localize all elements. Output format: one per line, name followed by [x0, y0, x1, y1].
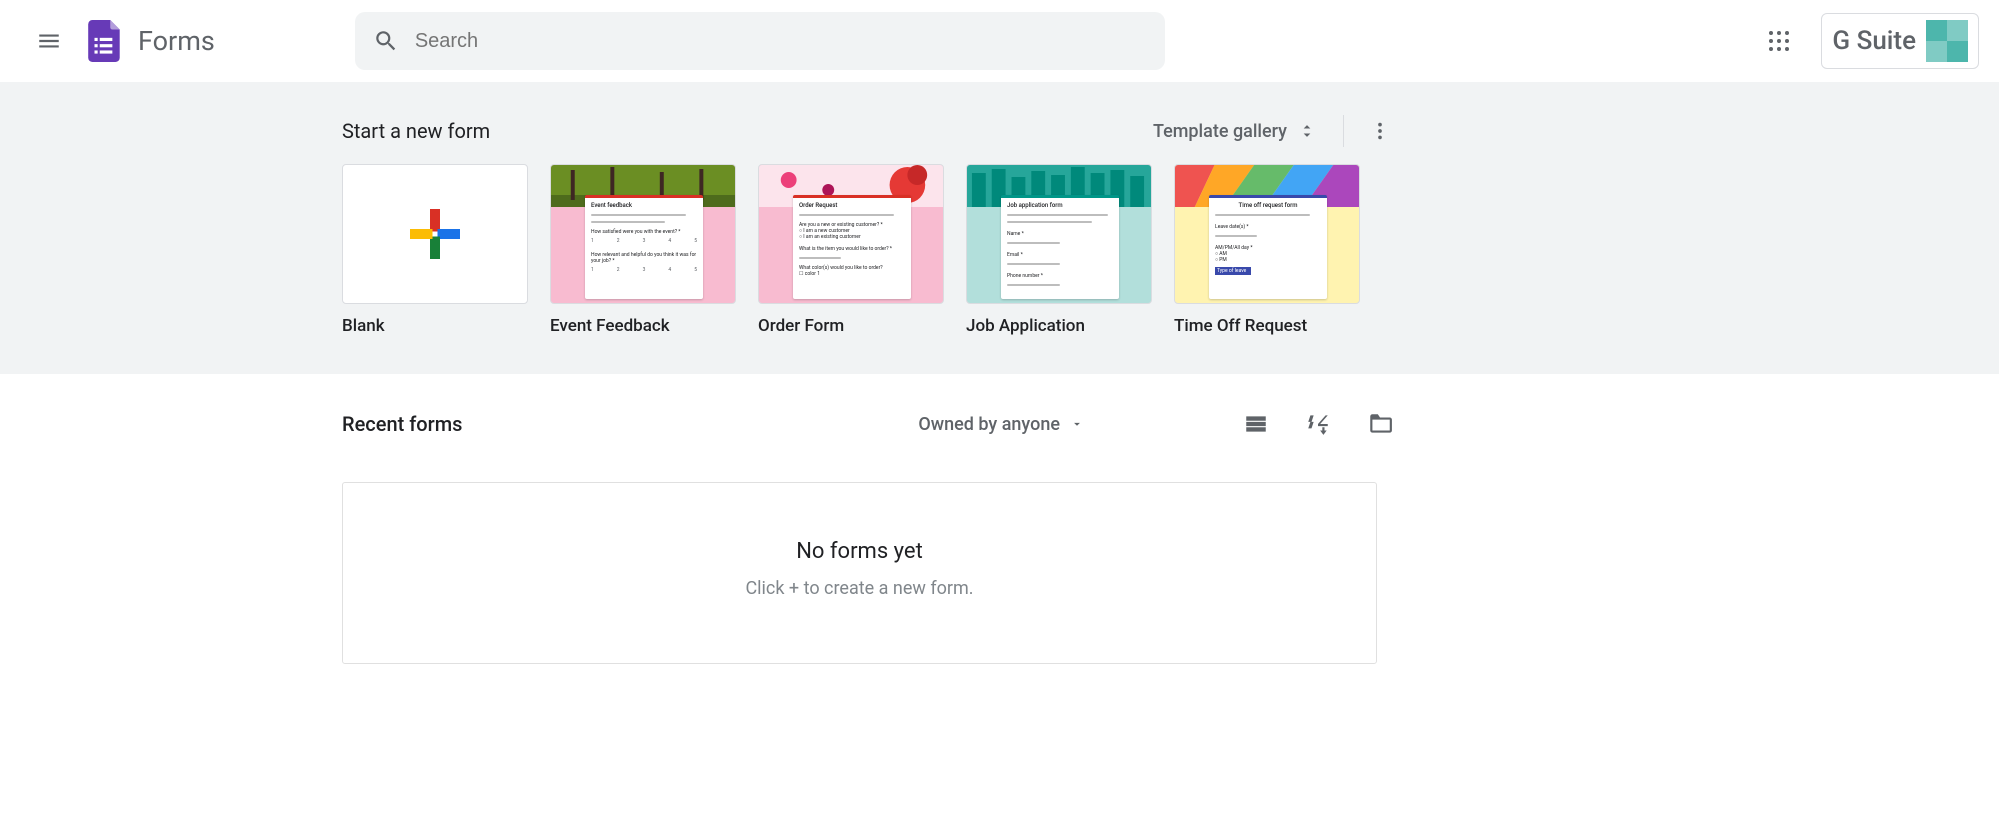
list-view-icon: [1243, 411, 1269, 437]
sort-button[interactable]: [1296, 402, 1340, 446]
list-view-button[interactable]: [1234, 402, 1278, 446]
template-card-blank[interactable]: Blank: [342, 164, 528, 336]
search-icon: [373, 28, 399, 54]
template-card-time-off[interactable]: Time off request form Leave date(s) * AM…: [1174, 164, 1360, 336]
main-menu-button[interactable]: [20, 12, 78, 70]
open-file-picker-button[interactable]: [1358, 402, 1402, 446]
divider: [1343, 115, 1344, 147]
templates-more-button[interactable]: [1358, 109, 1402, 153]
templates-title: Start a new form: [342, 119, 490, 143]
template-label: Event Feedback: [550, 316, 736, 336]
templates-section: Start a new form Template gallery: [0, 82, 1999, 374]
template-row: Blank Event feedback How satisfied were …: [342, 164, 1402, 336]
folder-icon: [1367, 411, 1393, 437]
template-thumb-time-off: Time off request form Leave date(s) * AM…: [1174, 164, 1360, 304]
template-gallery-button[interactable]: Template gallery: [1141, 113, 1329, 150]
template-label: Blank: [342, 316, 528, 336]
hamburger-icon: [36, 28, 62, 54]
template-card-order-form[interactable]: Order Request Are you a new or existing …: [758, 164, 944, 336]
empty-state: No forms yet Click + to create a new for…: [342, 482, 1377, 664]
account-avatar[interactable]: [1926, 20, 1968, 62]
template-label: Job Application: [966, 316, 1152, 336]
google-apps-button[interactable]: [1755, 17, 1803, 65]
recent-section: Recent forms Owned by anyone No forms ye…: [0, 374, 1999, 692]
template-thumb-order-form: Order Request Are you a new or existing …: [758, 164, 944, 304]
header-right: G Suite: [1755, 13, 1979, 69]
recent-title: Recent forms: [342, 412, 462, 436]
plus-icon: [405, 204, 465, 264]
template-card-event-feedback[interactable]: Event feedback How satisfied were you wi…: [550, 164, 736, 336]
app-logo[interactable]: Forms: [84, 20, 215, 62]
apps-grid-icon: [1767, 29, 1791, 53]
owner-filter-label: Owned by anyone: [918, 414, 1060, 435]
unfold-icon: [1297, 121, 1317, 141]
more-vert-icon: [1369, 120, 1391, 142]
template-thumb-blank: [342, 164, 528, 304]
empty-subtitle: Click + to create a new form.: [343, 578, 1376, 599]
template-thumb-event-feedback: Event feedback How satisfied were you wi…: [550, 164, 736, 304]
gsuite-chip[interactable]: G Suite: [1821, 13, 1979, 69]
empty-title: No forms yet: [343, 539, 1376, 564]
recent-header: Recent forms Owned by anyone: [342, 402, 1402, 446]
recent-view-controls: [1234, 402, 1402, 446]
template-label: Time Off Request: [1174, 316, 1360, 336]
dropdown-arrow-icon: [1070, 417, 1084, 431]
owner-filter-dropdown[interactable]: Owned by anyone: [908, 408, 1094, 441]
search-input[interactable]: [415, 30, 1147, 53]
forms-logo-icon: [84, 20, 126, 62]
app-header: Forms G Suite: [0, 0, 1999, 82]
gsuite-label: G Suite: [1832, 26, 1916, 56]
sort-az-icon: [1305, 411, 1331, 437]
search-bar[interactable]: [355, 12, 1165, 70]
template-card-job-application[interactable]: Job application form Name * Email * Phon…: [966, 164, 1152, 336]
app-name: Forms: [138, 25, 215, 57]
template-gallery-label: Template gallery: [1153, 121, 1287, 142]
template-thumb-job-application: Job application form Name * Email * Phon…: [966, 164, 1152, 304]
templates-header: Start a new form Template gallery: [342, 106, 1402, 156]
template-label: Order Form: [758, 316, 944, 336]
